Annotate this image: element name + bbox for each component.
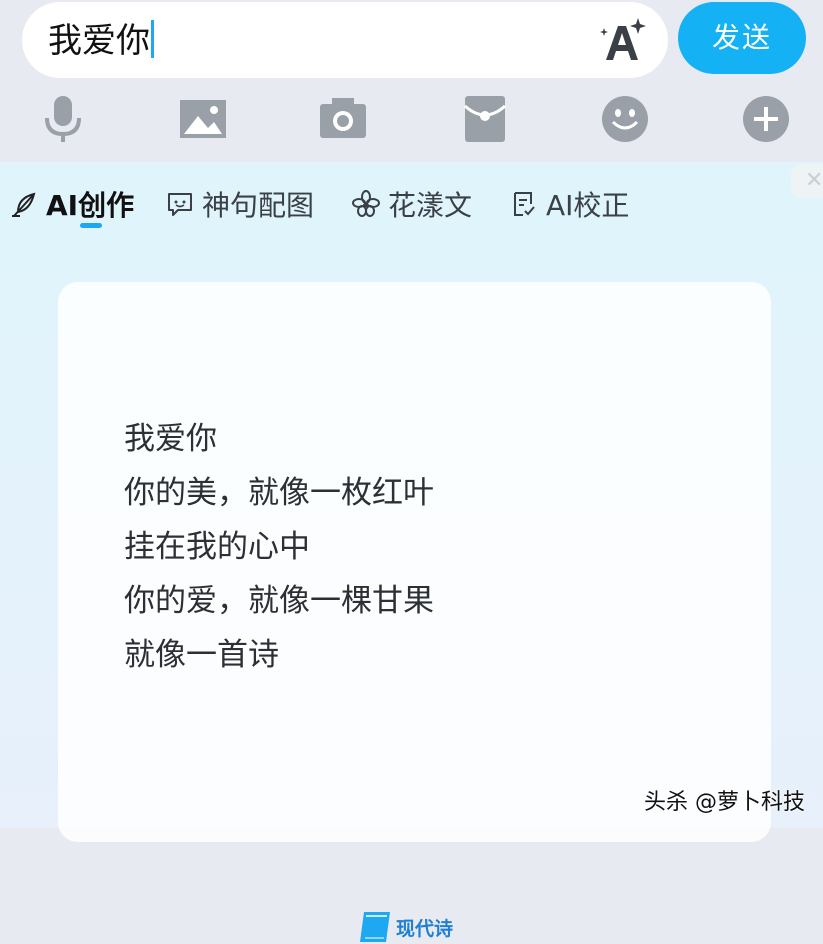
message-input[interactable]: 我爱你 xyxy=(22,2,668,78)
ai-writing-panel: ✕ AI创作 神句配图 花漾文 AI校正 我爱你 你的美，就像一枚红叶 挂在我的… xyxy=(0,162,823,942)
send-button[interactable]: 发送 xyxy=(678,2,806,74)
watermark: 头杀 @萝卜科技 xyxy=(644,790,805,815)
poem-line: 就像一首诗 xyxy=(124,637,279,673)
plus-icon[interactable] xyxy=(741,94,791,144)
poem-card[interactable]: 我爱你 你的美，就像一枚红叶 挂在我的心中 你的爱，就像一棵甘果 就像一首诗 现… xyxy=(58,282,771,942)
flower-icon xyxy=(352,190,380,217)
microphone-icon[interactable] xyxy=(38,94,88,144)
red-packet-icon[interactable] xyxy=(460,94,510,144)
input-value: 我爱你 xyxy=(48,21,150,61)
emoji-icon[interactable] xyxy=(600,94,650,144)
poem-line: 挂在我的心中 xyxy=(124,529,310,565)
tab-ai-proofread[interactable]: AI校正 xyxy=(510,184,629,224)
chat-bubble-icon xyxy=(168,193,192,216)
image-icon[interactable] xyxy=(178,94,228,144)
book-icon xyxy=(360,912,390,942)
poem-text: 我爱你 你的美，就像一枚红叶 挂在我的心中 你的爱，就像一棵甘果 就像一首诗 xyxy=(124,412,434,682)
input-area: 我爱你 发送 xyxy=(0,0,823,162)
tab-ai-creation[interactable]: AI创作 xyxy=(10,184,134,224)
tab-flower-text[interactable]: 花漾文 xyxy=(352,184,472,224)
toolbar xyxy=(0,94,823,146)
active-tab-indicator xyxy=(80,223,102,228)
poem-line: 你的美，就像一枚红叶 xyxy=(124,475,434,511)
poem-line: 你的爱，就像一棵甘果 xyxy=(124,583,434,619)
camera-icon[interactable] xyxy=(318,94,368,144)
document-check-icon xyxy=(514,192,535,216)
close-icon: ✕ xyxy=(805,168,823,193)
poem-style-badge[interactable]: 现代诗 xyxy=(358,910,453,944)
text-caret xyxy=(151,20,154,58)
tab-sentence-image[interactable]: 神句配图 xyxy=(166,184,314,224)
font-style-icon[interactable] xyxy=(598,16,646,64)
close-panel-button[interactable]: ✕ xyxy=(791,164,823,198)
badge-label: 现代诗 xyxy=(396,917,454,940)
feather-icon xyxy=(12,192,36,217)
poem-line: 我爱你 xyxy=(124,421,217,457)
